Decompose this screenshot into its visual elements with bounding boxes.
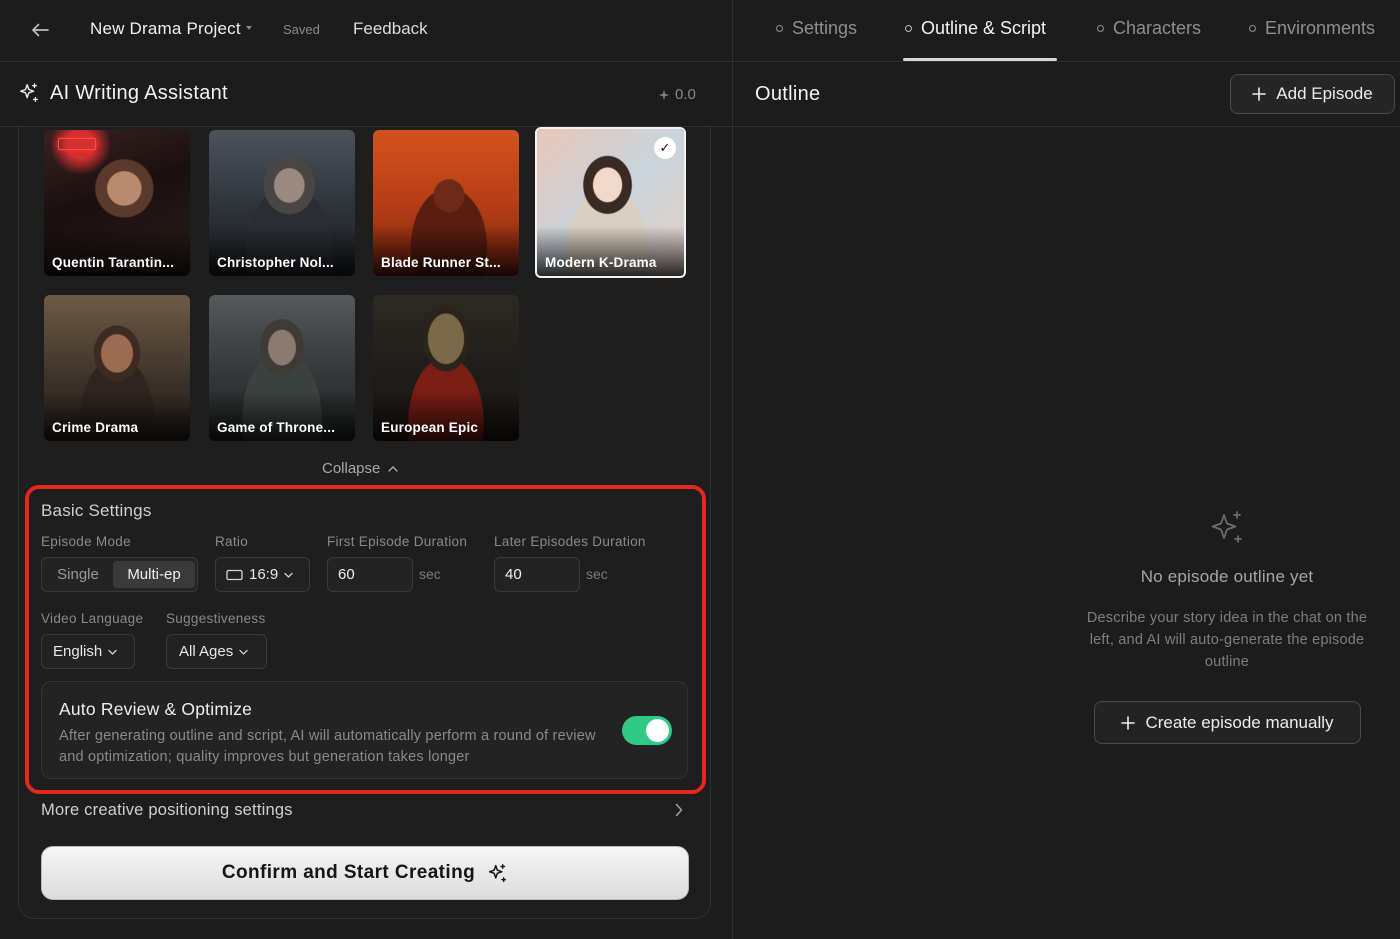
tab-label: Settings: [792, 18, 858, 38]
collapse-button[interactable]: Collapse: [322, 460, 399, 477]
back-button[interactable]: [26, 17, 54, 43]
later-duration-label: Later Episodes Duration: [494, 534, 646, 549]
create-episode-manually-button[interactable]: Create episode manually: [1094, 701, 1361, 744]
panel-divider: [732, 0, 733, 939]
suggestiveness-label: Suggestiveness: [166, 611, 266, 626]
video-language-select[interactable]: English: [41, 634, 135, 669]
create-episode-label: Create episode manually: [1145, 712, 1334, 732]
style-label: European Epic: [381, 420, 479, 435]
style-label: Game of Throne...: [217, 420, 336, 435]
video-language-value: English: [53, 643, 103, 660]
neon-sign-decoration: [58, 138, 96, 150]
style-card-game-of-thrones[interactable]: Game of Throne...: [209, 295, 355, 441]
tab-characters[interactable]: Characters: [1097, 18, 1201, 39]
plus-icon: [1252, 87, 1267, 101]
check-icon: ✓: [654, 137, 676, 159]
collapse-label: Collapse: [322, 460, 381, 477]
sparkles-icon: [1211, 511, 1242, 543]
add-episode-button[interactable]: Add Episode: [1230, 74, 1395, 114]
episode-mode-label: Episode Mode: [41, 534, 131, 549]
tab-dot-icon: [776, 25, 783, 32]
style-card-european-epic[interactable]: European Epic: [373, 295, 519, 441]
style-label: Quentin Tarantin...: [52, 255, 175, 270]
outline-title: Outline: [755, 83, 821, 105]
chevron-down-icon[interactable]: [246, 26, 252, 30]
episode-mode-single[interactable]: Single: [45, 561, 111, 588]
style-label: Blade Runner St...: [381, 255, 501, 270]
suggestiveness-select[interactable]: All Ages: [166, 634, 267, 669]
chevron-down-icon: [239, 649, 248, 655]
credits-display: 0.0: [658, 86, 696, 103]
later-duration-input[interactable]: 40: [494, 557, 580, 592]
chevron-right-icon: [675, 803, 683, 817]
episode-mode-segmented: Single Multi-ep: [41, 557, 198, 592]
add-episode-label: Add Episode: [1276, 84, 1373, 103]
aspect-ratio-icon: [226, 569, 243, 580]
later-duration-unit: sec: [586, 566, 608, 582]
toggle-knob: [646, 719, 669, 742]
more-settings-label: More creative positioning settings: [41, 801, 293, 819]
style-label: Crime Drama: [52, 420, 139, 435]
save-status: Saved: [283, 22, 320, 37]
assistant-title: AI Writing Assistant: [50, 82, 228, 104]
tab-label: Characters: [1113, 18, 1202, 38]
first-duration-label: First Episode Duration: [327, 534, 468, 549]
style-label: Christopher Nol...: [217, 255, 334, 270]
tab-dot-icon: [905, 25, 912, 32]
style-card-blade-runner[interactable]: Blade Runner St...: [373, 130, 519, 276]
auto-review-card: Auto Review & Optimize After generating …: [41, 681, 688, 779]
tab-label: Outline & Script: [921, 18, 1047, 38]
assistant-header: AI Writing Assistant 0.0: [0, 62, 732, 127]
project-title[interactable]: New Drama Project: [90, 19, 241, 39]
tab-environments[interactable]: Environments: [1249, 18, 1375, 39]
suggestiveness-value: All Ages: [179, 643, 234, 660]
empty-state-title: No episode outline yet: [1140, 567, 1314, 586]
sparkles-icon: [20, 83, 38, 102]
first-duration-unit: sec: [419, 566, 441, 582]
confirm-start-button[interactable]: Confirm and Start Creating: [41, 846, 689, 900]
chevron-up-icon: [388, 466, 399, 472]
plus-icon: [1121, 715, 1136, 730]
active-tab-indicator: [903, 58, 1057, 61]
first-duration-input[interactable]: 60: [327, 557, 413, 592]
chevron-down-icon: [108, 649, 117, 655]
credits-value: 0.0: [675, 86, 696, 103]
ratio-value: 16:9: [249, 566, 279, 583]
tab-settings[interactable]: Settings: [776, 18, 857, 39]
outline-header: Outline Add Episode: [733, 62, 1400, 127]
feedback-link[interactable]: Feedback: [353, 19, 428, 39]
tab-dot-icon: [1249, 25, 1256, 32]
tab-outline-script[interactable]: Outline & Script: [905, 18, 1046, 39]
empty-state-description: Describe your story idea in the chat on …: [1086, 610, 1368, 670]
style-card-k-drama[interactable]: Modern K-Drama ✓: [535, 127, 686, 278]
sparkles-icon: [488, 863, 507, 882]
arrow-left-icon: [32, 23, 49, 37]
episode-mode-multi[interactable]: Multi-ep: [113, 561, 195, 588]
auto-review-description: After generating outline and script, AI …: [59, 728, 596, 765]
top-bar: New Drama Project Saved Feedback Setting…: [0, 0, 1400, 62]
style-card-tarantino[interactable]: Quentin Tarantin...: [44, 130, 190, 276]
confirm-label: Confirm and Start Creating: [221, 862, 476, 883]
ratio-label: Ratio: [215, 534, 249, 549]
auto-review-toggle[interactable]: [622, 716, 672, 745]
sparkle-small-icon: [658, 89, 670, 100]
style-label: Modern K-Drama: [545, 255, 657, 270]
chevron-down-icon: [284, 572, 293, 578]
basic-settings-title: Basic Settings: [41, 501, 152, 520]
auto-review-title: Auto Review & Optimize: [59, 699, 253, 719]
tab-label: Environments: [1265, 18, 1376, 38]
video-language-label: Video Language: [41, 611, 144, 626]
style-card-nolan[interactable]: Christopher Nol...: [209, 130, 355, 276]
tab-dot-icon: [1097, 25, 1104, 32]
ratio-select[interactable]: 16:9: [215, 557, 310, 592]
style-card-crime-drama[interactable]: Crime Drama: [44, 295, 190, 441]
more-settings-row[interactable]: More creative positioning settings: [41, 800, 689, 824]
